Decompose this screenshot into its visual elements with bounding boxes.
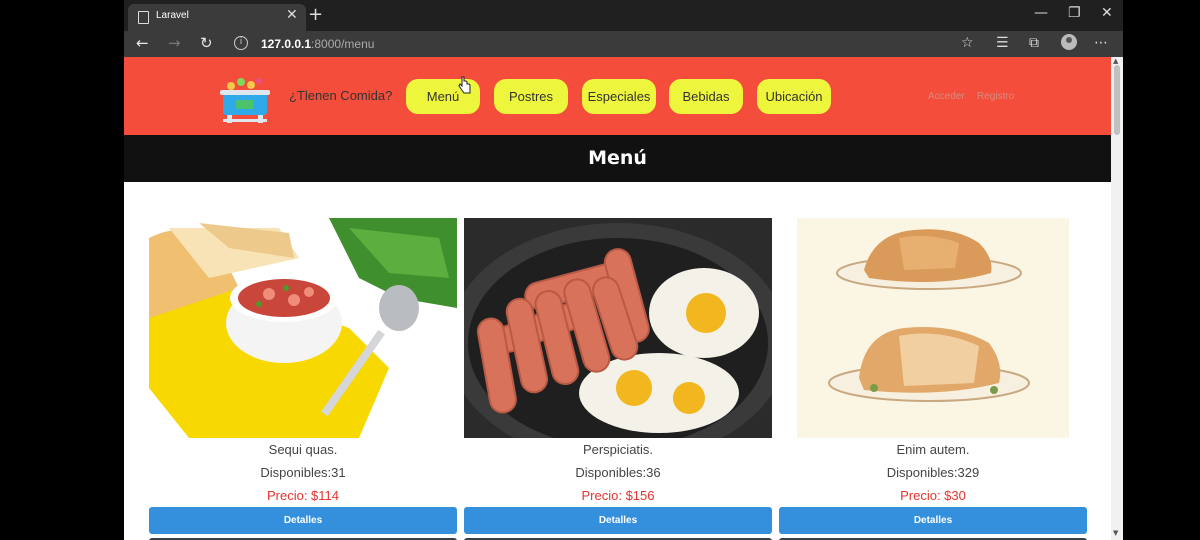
product-image-soup bbox=[149, 218, 457, 438]
restore-icon[interactable]: ❐ bbox=[1068, 5, 1081, 21]
tab-bar: Laravel ✕ + — ❐ ✕ bbox=[124, 0, 1123, 31]
more-icon[interactable]: ⋯ bbox=[1094, 35, 1108, 51]
url-host: 127.0.0.1 bbox=[261, 37, 312, 51]
logo-icon[interactable] bbox=[217, 73, 273, 125]
scroll-thumb[interactable] bbox=[1114, 65, 1120, 135]
refresh-icon[interactable]: ↻ bbox=[200, 34, 213, 52]
product-image-sausages bbox=[464, 218, 772, 438]
register-link[interactable]: Registro bbox=[977, 91, 1014, 102]
collections-icon[interactable]: ⧉ bbox=[1029, 35, 1039, 51]
product-stock: Disponibles:36 bbox=[575, 465, 661, 480]
info-icon[interactable]: i bbox=[234, 36, 248, 50]
details-button[interactable]: Detalles bbox=[464, 507, 772, 534]
site-navbar: ¿Tlenen Comida? Menú Postres Especiales … bbox=[124, 57, 1111, 135]
close-window-icon[interactable]: ✕ bbox=[1101, 5, 1113, 21]
scroll-down-icon[interactable]: ▼ bbox=[1113, 529, 1118, 537]
url-text: 127.0.0.1:8000/menu bbox=[261, 37, 374, 51]
brand-text: ¿Tlenen Comida? bbox=[289, 88, 393, 103]
new-tab-icon[interactable]: + bbox=[308, 4, 323, 25]
page-icon bbox=[138, 11, 149, 24]
product-stock: Disponibles:31 bbox=[260, 465, 346, 480]
login-link[interactable]: Acceder bbox=[928, 91, 965, 102]
forward-icon[interactable]: → bbox=[168, 34, 181, 52]
star-icon[interactable]: ☆ bbox=[961, 35, 974, 51]
nav-item-bebidas[interactable]: Bebidas bbox=[669, 79, 743, 114]
tab-title: Laravel bbox=[156, 10, 189, 21]
product-price: Precio: $156 bbox=[581, 488, 655, 503]
profile-avatar[interactable] bbox=[1061, 34, 1077, 50]
nav-item-postres[interactable]: Postres bbox=[494, 79, 568, 114]
page-title: Menú bbox=[588, 147, 647, 169]
nav-item-ubicacion[interactable]: Ubicación bbox=[757, 79, 831, 114]
nav-item-especiales[interactable]: Especiales bbox=[582, 79, 656, 114]
page-scrollbar[interactable]: ▲ ▼ bbox=[1111, 57, 1123, 540]
details-button[interactable]: Detalles bbox=[149, 507, 457, 534]
minimize-icon[interactable]: — bbox=[1034, 5, 1048, 21]
scroll-up-icon[interactable]: ▲ bbox=[1113, 57, 1118, 65]
url-path: :8000/menu bbox=[311, 37, 375, 51]
product-name: Perspiciatis. bbox=[582, 442, 654, 457]
back-icon[interactable]: ← bbox=[136, 34, 149, 52]
product-image-roast bbox=[779, 218, 1087, 438]
product-name: Enim autem. bbox=[896, 442, 970, 457]
browser-window: Laravel ✕ + — ❐ ✕ ← → ↻ i 127.0.0.1:8000… bbox=[124, 0, 1123, 540]
hand-cursor-icon bbox=[458, 76, 471, 94]
details-button[interactable]: Detalles bbox=[779, 507, 1087, 534]
product-price: Precio: $30 bbox=[900, 488, 966, 503]
web-page: ¿Tlenen Comida? Menú Postres Especiales … bbox=[124, 57, 1123, 540]
product-name: Sequi quas. bbox=[268, 442, 338, 457]
close-tab-icon[interactable]: ✕ bbox=[286, 7, 298, 23]
screen: Laravel ✕ + — ❐ ✕ ← → ↻ i 127.0.0.1:8000… bbox=[0, 0, 1200, 540]
favorites-icon[interactable]: ☰ bbox=[996, 35, 1009, 51]
product-price: Precio: $114 bbox=[266, 488, 340, 503]
url-input[interactable]: i 127.0.0.1:8000/menu bbox=[228, 33, 978, 55]
page-title-bar: Menú bbox=[124, 135, 1111, 182]
product-stock: Disponibles:329 bbox=[886, 465, 980, 480]
address-bar: ← → ↻ i 127.0.0.1:8000/menu ☆ ☰ ⧉ ⋯ bbox=[124, 31, 1123, 57]
browser-tab[interactable]: Laravel ✕ bbox=[128, 4, 306, 31]
